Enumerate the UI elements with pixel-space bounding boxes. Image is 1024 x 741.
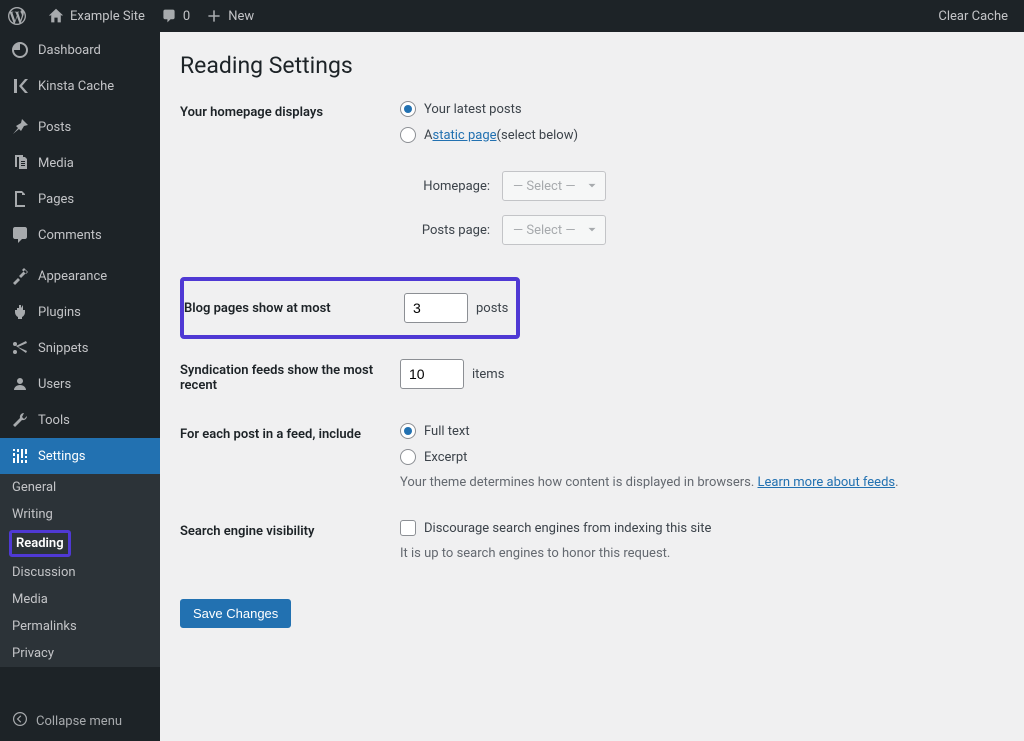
blog-pages-highlight: Blog pages show at most posts xyxy=(180,277,520,339)
site-name-text: Example Site xyxy=(70,9,145,24)
media-icon xyxy=(10,153,30,173)
radio-full-text-label: Full text xyxy=(424,424,470,439)
sidebar-label: Appearance xyxy=(38,269,107,284)
sidebar-label: Plugins xyxy=(38,305,81,320)
kinsta-icon xyxy=(10,76,30,96)
sidebar-label: Kinsta Cache xyxy=(38,79,114,94)
sidebar-label: Settings xyxy=(38,449,85,464)
save-changes-button[interactable]: Save Changes xyxy=(180,599,291,628)
sidebar-label: Dashboard xyxy=(38,43,101,58)
sidebar-label: Media xyxy=(38,156,74,171)
radio-static-prefix: A xyxy=(424,128,432,143)
dashboard-icon xyxy=(10,40,30,60)
sidebar-item-appearance[interactable]: Appearance xyxy=(0,258,160,294)
settings-submenu: General Writing Reading Discussion Media… xyxy=(0,474,160,667)
sidebar-item-media[interactable]: Media xyxy=(0,145,160,181)
syndication-label: Syndication feeds show the most recent xyxy=(180,359,400,393)
homepage-select-value: — Select — xyxy=(513,179,575,194)
clear-cache-link[interactable]: Clear Cache xyxy=(930,0,1016,32)
clear-cache-text: Clear Cache xyxy=(938,9,1008,24)
seo-desc: It is up to search engines to honor this… xyxy=(400,546,1004,561)
sidebar-item-snippets[interactable]: Snippets xyxy=(0,330,160,366)
content-area: Reading Settings Your homepage displays … xyxy=(160,32,1024,741)
comments-count: 0 xyxy=(183,9,190,24)
seo-label: Search engine visibility xyxy=(180,520,400,539)
radio-full-text[interactable] xyxy=(400,423,416,439)
users-icon xyxy=(10,374,30,394)
site-name-link[interactable]: Example Site xyxy=(40,0,153,32)
chevron-down-icon xyxy=(585,179,599,193)
comments-icon xyxy=(10,225,30,245)
admin-sidebar: Dashboard Kinsta Cache Posts Media Pages… xyxy=(0,32,160,741)
plugin-icon xyxy=(10,302,30,322)
sidebar-label: Comments xyxy=(38,228,102,243)
radio-static-suffix: (select below) xyxy=(497,128,578,143)
sidebar-label: Posts xyxy=(38,120,71,135)
plus-icon xyxy=(206,8,222,24)
page-icon xyxy=(10,189,30,209)
home-icon xyxy=(48,8,64,24)
submenu-writing[interactable]: Writing xyxy=(0,501,160,528)
seo-checkbox-label: Discourage search engines from indexing … xyxy=(424,521,711,536)
homepage-select[interactable]: — Select — xyxy=(502,171,606,201)
radio-excerpt-label: Excerpt xyxy=(424,450,467,465)
seo-checkbox[interactable] xyxy=(400,520,416,536)
posts-page-select-value: — Select — xyxy=(513,223,575,238)
sidebar-item-posts[interactable]: Posts xyxy=(0,109,160,145)
sidebar-item-users[interactable]: Users xyxy=(0,366,160,402)
sidebar-label: Users xyxy=(38,377,71,392)
homepage-displays-label: Your homepage displays xyxy=(180,101,400,120)
learn-more-feeds-link[interactable]: Learn more about feeds xyxy=(758,475,896,490)
submenu-reading[interactable]: Reading xyxy=(12,533,68,554)
blog-pages-label: Blog pages show at most xyxy=(184,301,404,316)
feed-desc-prefix: Your theme determines how content is dis… xyxy=(400,475,758,490)
new-link[interactable]: New xyxy=(198,0,262,32)
blog-pages-input[interactable] xyxy=(404,293,468,323)
sidebar-label: Tools xyxy=(38,413,70,428)
sidebar-label: Pages xyxy=(38,192,74,207)
static-page-link[interactable]: static page xyxy=(432,128,496,143)
pin-icon xyxy=(10,117,30,137)
submenu-discussion[interactable]: Discussion xyxy=(0,559,160,586)
blog-pages-suffix: posts xyxy=(476,301,508,316)
page-title: Reading Settings xyxy=(180,52,1004,79)
comment-icon xyxy=(161,8,177,24)
comments-link[interactable]: 0 xyxy=(153,0,198,32)
submenu-permalinks[interactable]: Permalinks xyxy=(0,613,160,640)
posts-page-select[interactable]: — Select — xyxy=(502,215,606,245)
new-label: New xyxy=(228,9,254,24)
admin-bar: Example Site 0 New Clear Cache xyxy=(0,0,1024,32)
syndication-input[interactable] xyxy=(400,359,464,389)
radio-latest-posts[interactable] xyxy=(400,101,416,117)
sidebar-item-tools[interactable]: Tools xyxy=(0,402,160,438)
sidebar-label: Snippets xyxy=(38,341,89,356)
sidebar-item-comments[interactable]: Comments xyxy=(0,217,160,253)
homepage-select-label: Homepage: xyxy=(400,179,490,194)
posts-page-select-label: Posts page: xyxy=(400,223,490,238)
radio-excerpt[interactable] xyxy=(400,449,416,465)
submenu-general[interactable]: General xyxy=(0,474,160,501)
sidebar-item-settings[interactable]: Settings xyxy=(0,438,160,474)
feed-desc-suffix: . xyxy=(895,475,898,490)
settings-icon xyxy=(10,446,30,466)
collapse-label: Collapse menu xyxy=(36,714,122,729)
tools-icon xyxy=(10,410,30,430)
sidebar-item-dashboard[interactable]: Dashboard xyxy=(0,32,160,68)
snippets-icon xyxy=(10,338,30,358)
feed-include-label: For each post in a feed, include xyxy=(180,423,400,442)
collapse-menu-button[interactable]: Collapse menu xyxy=(0,701,160,741)
submenu-privacy[interactable]: Privacy xyxy=(0,640,160,667)
sidebar-item-plugins[interactable]: Plugins xyxy=(0,294,160,330)
chevron-down-icon xyxy=(585,223,599,237)
wp-logo[interactable] xyxy=(0,0,40,32)
radio-latest-posts-label: Your latest posts xyxy=(424,102,522,117)
sidebar-item-pages[interactable]: Pages xyxy=(0,181,160,217)
syndication-suffix: items xyxy=(472,367,504,382)
submenu-media[interactable]: Media xyxy=(0,586,160,613)
appearance-icon xyxy=(10,266,30,286)
sidebar-item-kinsta-cache[interactable]: Kinsta Cache xyxy=(0,68,160,104)
radio-static-page[interactable] xyxy=(400,127,416,143)
collapse-icon xyxy=(12,711,28,731)
wordpress-icon xyxy=(8,7,26,25)
